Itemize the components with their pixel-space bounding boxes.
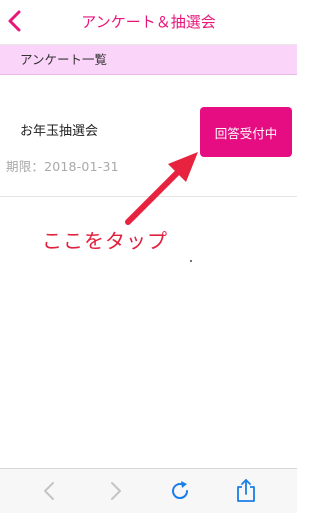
reload-icon <box>172 481 189 500</box>
answer-accepting-button[interactable]: 回答受付中 <box>200 107 292 157</box>
survey-deadline: 期限：2018-01-31 <box>6 159 119 174</box>
chevron-left-icon <box>8 10 21 32</box>
section-title: アンケート一覧 <box>20 52 108 67</box>
back-button[interactable] <box>4 8 28 36</box>
share-icon <box>237 479 255 502</box>
stray-dot <box>190 260 192 262</box>
navigation-bar: アンケート＆抽選会 <box>0 0 297 45</box>
annotation-text: ここをタップ <box>42 229 168 253</box>
survey-list-item[interactable]: お年玉抽選会 期限：2018-01-31 回答受付中 <box>0 100 297 197</box>
reload-button[interactable] <box>166 477 194 505</box>
back-nav-button[interactable] <box>36 477 64 505</box>
section-header: アンケート一覧 <box>0 45 297 75</box>
browser-toolbar <box>0 468 297 513</box>
share-button[interactable] <box>232 477 260 505</box>
annotation-overlay <box>125 152 198 225</box>
page-title: アンケート＆抽選会 <box>81 13 216 31</box>
forward-arrow-icon <box>111 482 121 500</box>
forward-nav-button[interactable] <box>101 477 129 505</box>
survey-title: お年玉抽選会 <box>20 124 99 139</box>
back-arrow-icon <box>44 482 54 500</box>
